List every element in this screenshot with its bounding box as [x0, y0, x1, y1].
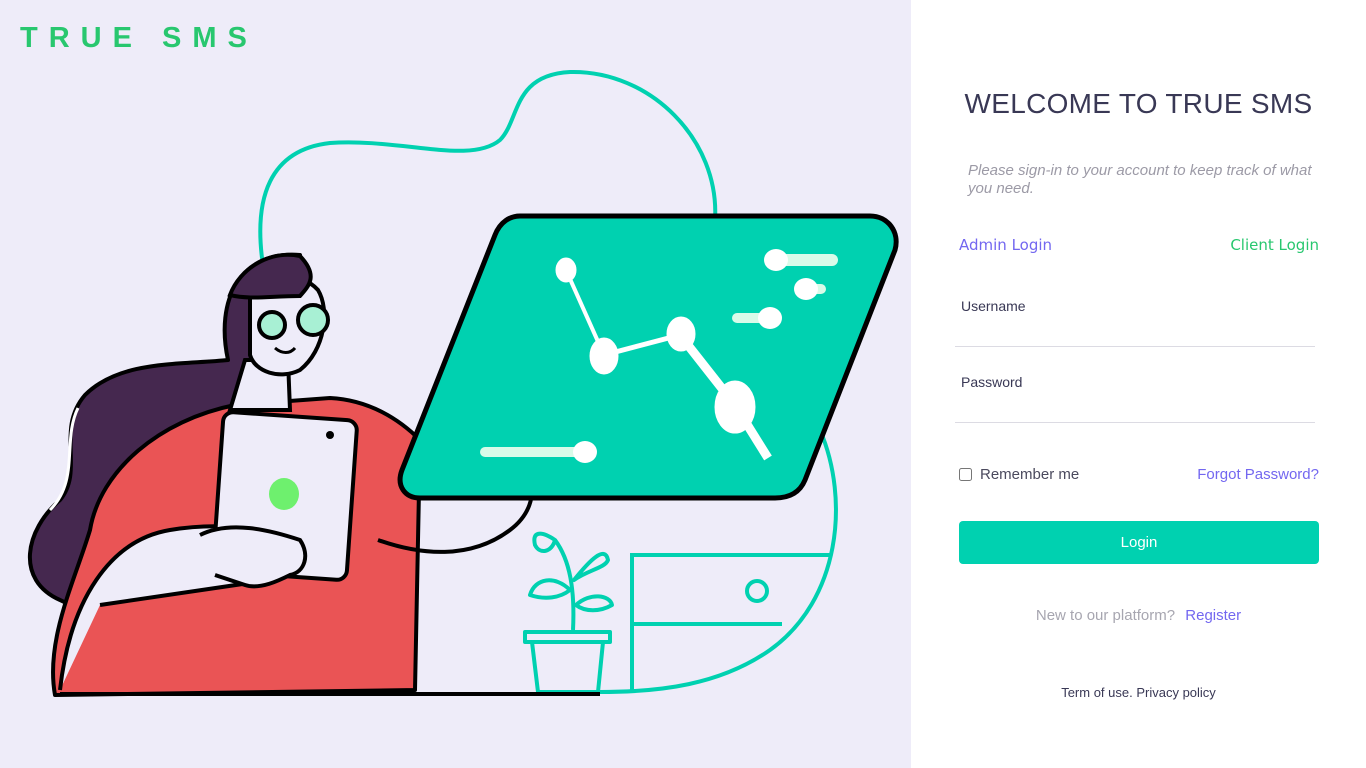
login-subtitle: Please sign-in to your account to keep t…: [968, 162, 1312, 197]
remember-me-label[interactable]: Remember me: [980, 466, 1079, 483]
admin-login-link[interactable]: Admin Login: [959, 236, 1052, 254]
hair-top: [227, 252, 313, 300]
glasses-left-lens: [257, 310, 287, 340]
footer-links: Term of use. Privacy policy: [911, 685, 1366, 700]
remember-me-checkbox[interactable]: [959, 468, 972, 481]
tablet-camera: [326, 431, 334, 439]
username-label: Username: [961, 298, 1026, 314]
terms-link[interactable]: Term of use.: [1061, 685, 1133, 700]
forgot-password-link[interactable]: Forgot Password?: [1197, 466, 1319, 483]
register-link[interactable]: Register: [1185, 607, 1241, 624]
new-user-text: New to our platform?: [1035, 607, 1176, 624]
register-row: New to our platform? Register: [911, 607, 1366, 624]
illustration-panel: TRUE SMS: [0, 0, 911, 768]
password-label: Password: [961, 374, 1023, 390]
login-button[interactable]: Login: [959, 521, 1319, 564]
tablet-button: [269, 478, 299, 510]
login-panel: WELCOME TO TRUE SMS Please sign-in to yo…: [911, 0, 1366, 768]
username-input[interactable]: [955, 323, 1315, 347]
privacy-link[interactable]: Privacy policy: [1136, 685, 1215, 700]
glasses-right-lens: [296, 303, 330, 337]
remember-me-row: Remember me: [959, 466, 1079, 483]
client-login-link[interactable]: Client Login: [1230, 236, 1319, 254]
woman-tablet-illustration: [27, 69, 899, 697]
potted-plant: [523, 531, 614, 694]
welcome-title: WELCOME TO TRUE SMS: [964, 88, 1313, 119]
password-input[interactable]: [955, 399, 1315, 423]
